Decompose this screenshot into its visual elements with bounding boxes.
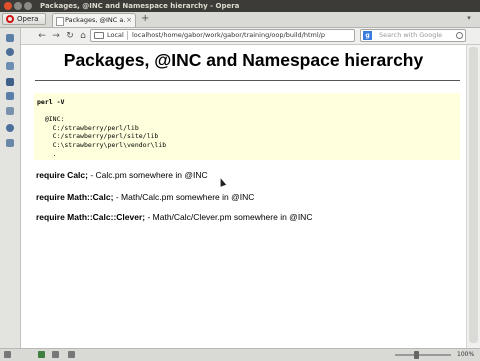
require-code: require Math::Calc; bbox=[36, 192, 114, 202]
panels-icon[interactable] bbox=[6, 107, 14, 115]
site-badge-label: Local bbox=[107, 31, 124, 39]
minimize-window-icon[interactable] bbox=[14, 2, 22, 10]
reload-button[interactable]: ↻ bbox=[63, 30, 77, 42]
search-field[interactable]: g Search with Google bbox=[360, 29, 466, 42]
title-divider bbox=[35, 80, 460, 81]
bookmarks-icon[interactable] bbox=[6, 34, 14, 42]
opera-menu-label: Opera bbox=[17, 15, 39, 23]
notes-icon[interactable] bbox=[6, 78, 14, 86]
window-titlebar: Packages, @INC and Namespace hierarchy -… bbox=[0, 0, 480, 12]
home-button[interactable]: ⌂ bbox=[76, 30, 90, 42]
tab-menu-icon[interactable]: ▾ bbox=[464, 13, 474, 24]
close-window-icon[interactable] bbox=[4, 2, 12, 10]
panel-toggle-icon[interactable] bbox=[4, 351, 11, 358]
require-line: require Calc; - Calc.pm somewhere in @IN… bbox=[36, 170, 208, 181]
code-text: perl -V @INC: C:/strawberry/perl/lib C:/… bbox=[37, 98, 166, 158]
tab-packages[interactable]: Packages, @INC a... × bbox=[52, 13, 136, 27]
site-info-icon[interactable] bbox=[94, 32, 104, 39]
search-placeholder: Search with Google bbox=[379, 31, 443, 39]
mouse-cursor-icon bbox=[217, 177, 227, 187]
page-icon[interactable] bbox=[52, 351, 59, 358]
forward-button[interactable]: → bbox=[49, 30, 63, 42]
settings-icon[interactable] bbox=[6, 124, 14, 132]
page-content: Packages, @INC and Namespace hierarchy p… bbox=[21, 45, 466, 348]
turbo-icon[interactable] bbox=[38, 351, 45, 358]
history-icon[interactable] bbox=[6, 92, 14, 100]
require-text: - Calc.pm somewhere in @INC bbox=[87, 170, 208, 180]
url-field[interactable]: Local localhost/home/gabor/work/gabor/tr… bbox=[90, 29, 355, 42]
downloads-icon[interactable] bbox=[6, 62, 14, 70]
vertical-scrollbar[interactable] bbox=[466, 45, 480, 348]
opera-logo-icon bbox=[6, 15, 14, 23]
url-text[interactable]: localhost/home/gabor/work/gabor/training… bbox=[132, 30, 352, 41]
page-favicon-icon bbox=[56, 17, 64, 26]
zoom-level[interactable]: 100% bbox=[457, 349, 474, 361]
code-line: . bbox=[37, 149, 57, 158]
require-line: require Math::Calc::Clever; - Math/Calc/… bbox=[36, 212, 312, 223]
code-block: perl -V @INC: C:/strawberry/perl/lib C:/… bbox=[34, 93, 460, 160]
new-tab-button[interactable]: + bbox=[141, 13, 149, 25]
require-code: require Calc; bbox=[36, 170, 88, 180]
scrollbar-thumb[interactable] bbox=[469, 47, 478, 343]
tab-label: Packages, @INC a... bbox=[65, 16, 125, 24]
code-line: @INC: bbox=[37, 115, 65, 124]
search-icon[interactable] bbox=[456, 32, 463, 39]
address-toolbar: ← → ↻ ⌂ Local localhost/home/gabor/work/… bbox=[20, 28, 480, 45]
zoom-slider[interactable] bbox=[395, 354, 451, 356]
maximize-window-icon[interactable] bbox=[24, 2, 32, 10]
code-line: C:\strawberry\perl\vendor\lib bbox=[37, 140, 167, 149]
status-bar: 100% bbox=[0, 348, 480, 361]
require-code: require Math::Calc::Clever; bbox=[36, 212, 146, 222]
google-icon[interactable]: g bbox=[363, 31, 372, 40]
unite-icon[interactable] bbox=[6, 139, 14, 147]
window-title: Packages, @INC and Namespace hierarchy -… bbox=[40, 2, 240, 10]
speed-dial-icon[interactable] bbox=[6, 48, 14, 56]
code-line: C:/strawberry/perl/site/lib bbox=[37, 132, 159, 141]
view-icon[interactable] bbox=[68, 351, 75, 358]
back-button[interactable]: ← bbox=[35, 30, 49, 42]
require-text: - Math/Calc/Clever.pm somewhere in @INC bbox=[145, 212, 313, 222]
require-text: - Math/Calc.pm somewhere in @INC bbox=[113, 192, 255, 202]
close-tab-icon[interactable]: × bbox=[126, 14, 132, 27]
code-line: perl -V bbox=[37, 98, 65, 106]
panel-sidebar bbox=[0, 28, 21, 348]
tab-bar: Opera Packages, @INC a... × + ▾ bbox=[0, 12, 480, 28]
require-line: require Math::Calc; - Math/Calc.pm somew… bbox=[36, 192, 254, 203]
opera-menu-button[interactable]: Opera bbox=[2, 13, 46, 25]
zoom-slider-handle[interactable] bbox=[414, 351, 419, 359]
code-line: C:/strawberry/perl/lib bbox=[37, 123, 139, 132]
url-separator bbox=[127, 31, 128, 40]
page-title: Packages, @INC and Namespace hierarchy bbox=[63, 50, 424, 70]
